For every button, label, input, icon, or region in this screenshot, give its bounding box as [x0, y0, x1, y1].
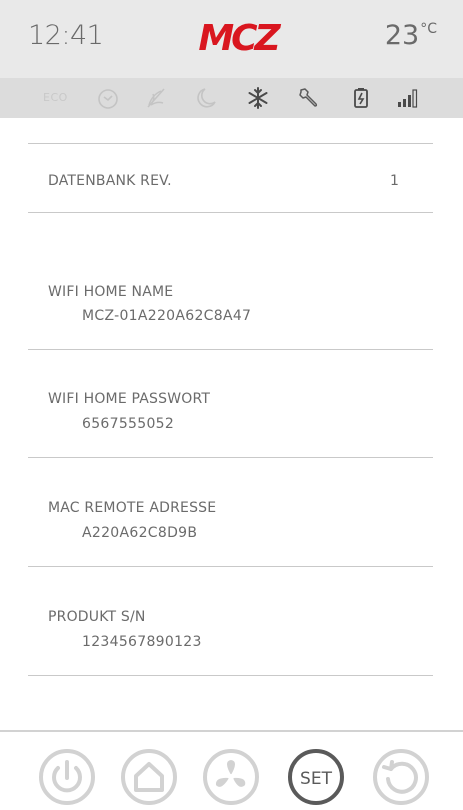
- mac-address-value: A220A62C8D9B: [82, 525, 198, 541]
- home-icon: [121, 749, 177, 805]
- back-button[interactable]: [371, 747, 431, 807]
- divider: [28, 457, 433, 458]
- battery-charging-icon: [354, 88, 368, 108]
- header-bar: 12:41 MCZ 23°C: [0, 0, 463, 78]
- status-icon-bar: ECO: [0, 78, 463, 118]
- fan-icon: [203, 749, 259, 805]
- divider: [28, 349, 433, 350]
- moon-icon: [197, 88, 216, 108]
- wrench-icon: [299, 88, 318, 107]
- fan-off-icon: [147, 88, 165, 108]
- wifi-password-value: 6567555052: [82, 416, 175, 432]
- temperature-unit: °C: [420, 21, 437, 37]
- wifi-name-label: WIFI HOME NAME: [48, 284, 174, 300]
- serial-number-value: 1234567890123: [82, 634, 202, 650]
- temperature-display: 23°C: [385, 20, 437, 51]
- svg-text:MCZ: MCZ: [198, 18, 281, 58]
- divider: [28, 675, 433, 676]
- divider: [28, 143, 433, 144]
- signal-icon: [398, 89, 418, 108]
- set-button[interactable]: SET: [286, 747, 346, 807]
- bottom-divider: [0, 730, 463, 732]
- serial-number-label: PRODUKT S/N: [48, 609, 146, 625]
- power-icon: [39, 749, 95, 805]
- clock-time: 12:41: [28, 20, 104, 51]
- snowflake-icon: [248, 87, 268, 109]
- wifi-name-value: MCZ-01A220A62C8A47: [82, 308, 252, 324]
- home-button[interactable]: [119, 747, 179, 807]
- wifi-password-label: WIFI HOME PASSWORT: [48, 391, 211, 407]
- power-button[interactable]: [37, 747, 97, 807]
- db-rev-value: 1: [390, 173, 399, 189]
- db-rev-label: DATENBANK REV.: [48, 173, 172, 189]
- back-icon: [373, 749, 429, 805]
- fan-button[interactable]: [201, 747, 261, 807]
- mac-address-label: MAC REMOTE ADRESSE: [48, 500, 217, 516]
- clock-icon: [98, 89, 118, 109]
- divider: [28, 212, 433, 213]
- eco-indicator: ECO: [43, 91, 68, 104]
- set-label: SET: [300, 769, 333, 789]
- divider: [28, 566, 433, 567]
- temperature-value: 23: [384, 20, 420, 51]
- mcz-logo: MCZ: [198, 18, 284, 58]
